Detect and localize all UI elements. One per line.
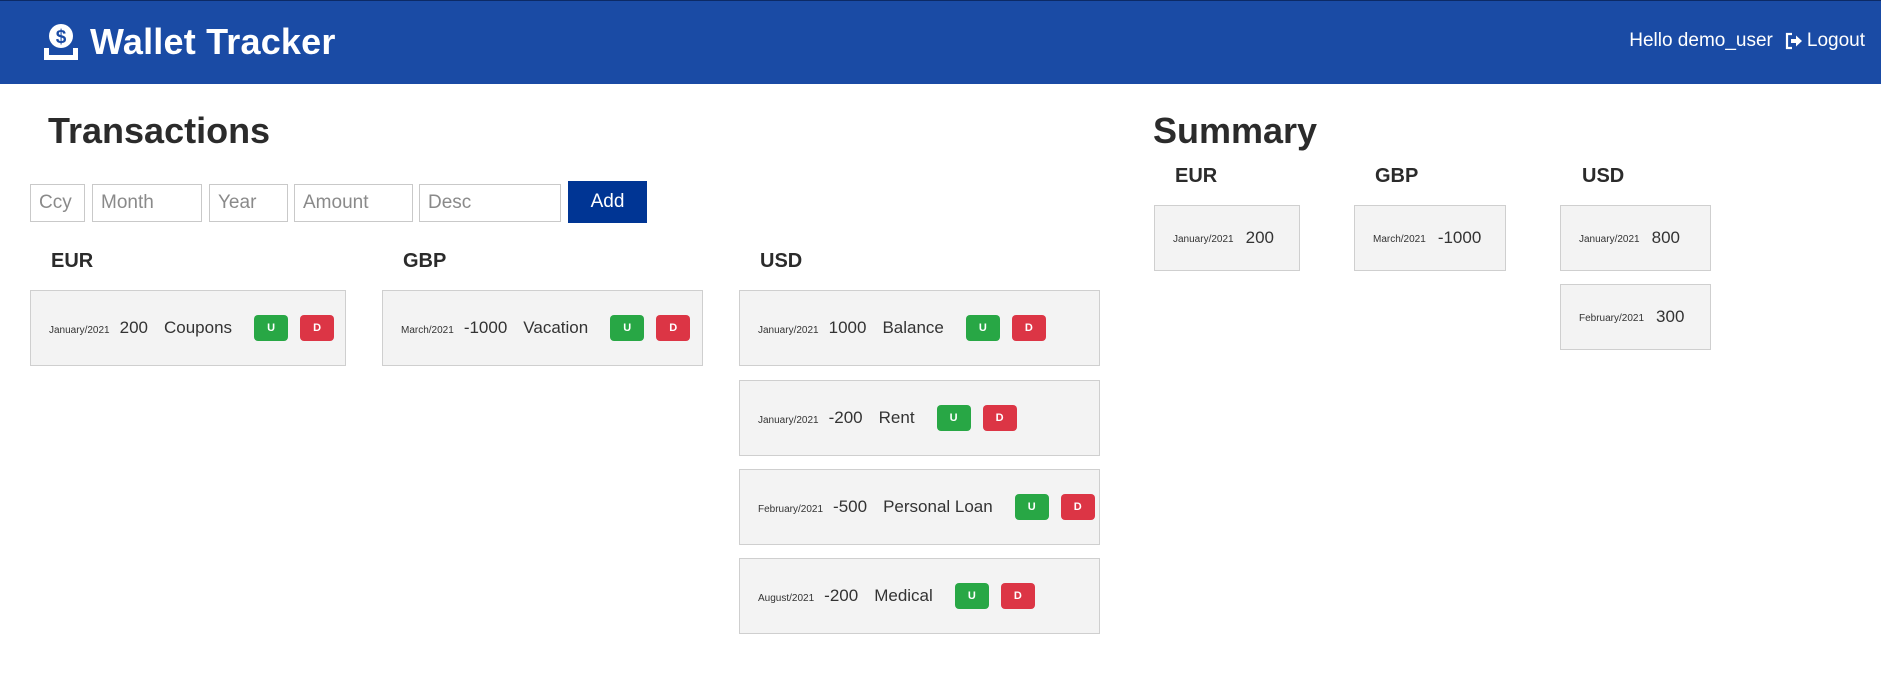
transaction-card: January/2021 200 Coupons U D [30, 290, 346, 366]
usd-column-header: USD [760, 250, 803, 272]
user-area: Hello demo_user Logout [1629, 30, 1865, 52]
transaction-description: Personal Loan [883, 497, 993, 516]
user-greeting: Hello demo_user [1629, 30, 1773, 51]
summary-date: February/2021 [1579, 313, 1645, 324]
app-title: Wallet Tracker [90, 21, 336, 62]
summary-amount: 300 [1656, 307, 1685, 326]
summary-date: January/2021 [1173, 234, 1234, 245]
summary-card: January/2021 800 [1560, 205, 1711, 271]
transaction-date: February/2021 [758, 503, 824, 515]
summary-usd-header: USD [1582, 165, 1625, 187]
transaction-amount: -1000 [463, 318, 508, 337]
transaction-description: Vacation [523, 318, 589, 337]
logout-label: Logout [1806, 30, 1865, 51]
delete-button[interactable]: D [300, 315, 335, 341]
transaction-description: Medical [874, 586, 933, 605]
summary-amount: -1000 [1437, 228, 1482, 247]
transaction-card: January/2021 1000 Balance U D [739, 290, 1100, 366]
transaction-amount: -200 [828, 408, 863, 427]
update-button[interactable]: U [254, 315, 289, 341]
transaction-amount: -500 [833, 497, 868, 516]
eur-column-header: EUR [51, 250, 94, 272]
update-button[interactable]: U [965, 315, 1000, 341]
summary-date: March/2021 [1373, 234, 1426, 245]
transactions-title: Transactions [48, 110, 271, 151]
logout-link[interactable]: Logout [1785, 30, 1865, 52]
delete-button[interactable]: D [1000, 583, 1035, 609]
update-button[interactable]: U [954, 583, 989, 609]
add-button[interactable]: Add [568, 181, 647, 223]
delete-button[interactable]: D [1060, 494, 1095, 520]
top-navbar: $ Wallet Tracker Hello demo_user Logout [0, 0, 1881, 84]
amount-input[interactable] [294, 184, 413, 222]
gbp-column-header: GBP [403, 250, 447, 272]
summary-eur-header: EUR [1175, 165, 1218, 187]
transaction-card: February/2021 -500 Personal Loan U D [739, 469, 1100, 545]
transaction-amount: 1000 [828, 318, 867, 337]
transaction-amount: 200 [119, 318, 148, 337]
summary-card: February/2021 300 [1560, 284, 1711, 350]
update-button[interactable]: U [610, 315, 645, 341]
summary-amount: 800 [1651, 228, 1680, 247]
delete-button[interactable]: D [656, 315, 691, 341]
summary-gbp-header: GBP [1375, 165, 1419, 187]
transaction-amount: -200 [824, 586, 859, 605]
sign-out-icon [1785, 32, 1802, 50]
delete-button[interactable]: D [1011, 315, 1046, 341]
transaction-date: January/2021 [49, 324, 110, 336]
desc-input[interactable] [419, 184, 561, 222]
delete-button[interactable]: D [982, 405, 1017, 431]
brand[interactable]: $ Wallet Tracker [42, 21, 336, 63]
svg-text:$: $ [56, 27, 67, 48]
summary-card: January/2021 200 [1154, 205, 1300, 271]
summary-card: March/2021 -1000 [1354, 205, 1506, 271]
update-button[interactable]: U [936, 405, 971, 431]
update-button[interactable]: U [1014, 494, 1049, 520]
transaction-date: January/2021 [758, 324, 819, 336]
transaction-card: January/2021 -200 Rent U D [739, 380, 1100, 456]
summary-date: January/2021 [1579, 234, 1640, 245]
transaction-description: Rent [878, 408, 915, 427]
transaction-date: August/2021 [758, 592, 815, 604]
ccy-input[interactable] [30, 184, 85, 222]
transaction-description: Coupons [163, 318, 233, 337]
transaction-date: January/2021 [758, 414, 819, 426]
money-deposit-icon: $ [44, 24, 78, 60]
month-input[interactable] [92, 184, 202, 222]
transaction-description: Balance [882, 318, 944, 337]
summary-title: Summary [1153, 110, 1318, 151]
transaction-card: August/2021 -200 Medical U D [739, 558, 1100, 634]
transaction-date: March/2021 [401, 324, 454, 336]
transaction-card: March/2021 -1000 Vacation U D [382, 290, 703, 366]
summary-amount: 200 [1245, 228, 1274, 247]
year-input[interactable] [209, 184, 288, 222]
